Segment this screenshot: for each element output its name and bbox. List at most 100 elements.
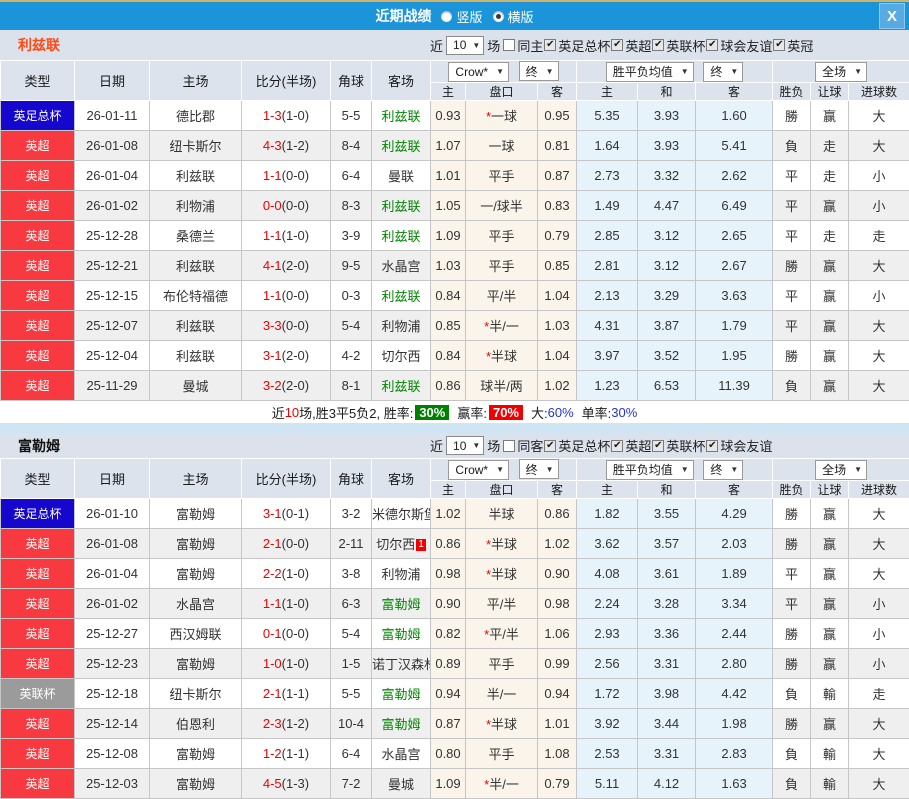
summary-near-label: 近 (272, 403, 285, 422)
avg-select[interactable]: 胜平负均值▼ (606, 460, 694, 480)
league-checkbox[interactable]: ✔ (544, 39, 556, 51)
league-checkbox[interactable]: ✔ (706, 39, 718, 51)
score-fulltime: 1-1 (263, 168, 282, 183)
avg-final-select[interactable]: 终▼ (703, 460, 743, 480)
away-odds-cell: 1.01 (538, 709, 577, 739)
avg-lose-cell: 1.89 (696, 559, 773, 589)
home-team-cell: 利兹联 (150, 341, 242, 371)
avg-win-cell: 2.53 (577, 739, 638, 769)
handicap-result-cell: 走 (811, 131, 849, 161)
avg-final-select[interactable]: 终▼ (703, 62, 743, 82)
score-halftime: (1-0) (282, 656, 309, 671)
home-team-cell: 富勒姆 (150, 529, 242, 559)
score-fulltime: 1-3 (263, 108, 282, 123)
away-odds-cell: 0.85 (538, 251, 577, 281)
result-cell: 平 (773, 559, 811, 589)
avg-draw-cell: 3.44 (638, 709, 696, 739)
score-halftime: (1-2) (282, 716, 309, 731)
odds-company-select[interactable]: Crow*▼ (448, 460, 509, 480)
date-cell: 25-12-28 (75, 221, 150, 251)
league-filter[interactable]: ✔英冠 (773, 36, 813, 55)
odds-company-select[interactable]: Crow*▼ (448, 62, 509, 82)
league-checkbox[interactable]: ✔ (706, 440, 718, 452)
avg-win-cell: 3.97 (577, 341, 638, 371)
date-cell: 26-01-08 (75, 529, 150, 559)
odds-final-select[interactable]: 终▼ (519, 61, 559, 81)
same-side-filter[interactable]: 同客 (503, 436, 543, 455)
odds-final-select[interactable]: 终▼ (519, 459, 559, 479)
league-filter[interactable]: ✔英超 (611, 436, 651, 455)
avg-lose-cell: 2.44 (696, 619, 773, 649)
goals-result-cell: 小 (849, 191, 909, 221)
same-side-checkbox[interactable] (503, 39, 515, 51)
avg-lose-cell: 1.98 (696, 709, 773, 739)
league-checkbox[interactable]: ✔ (611, 440, 623, 452)
same-side-checkbox[interactable] (503, 440, 515, 452)
line-text: 平手 (488, 169, 514, 184)
league-filter[interactable]: ✔英联杯 (652, 436, 705, 455)
chevron-down-icon: ▼ (681, 465, 689, 474)
away-team-name: 富勒姆 (381, 597, 420, 612)
corner-cell: 3-8 (331, 559, 372, 589)
league-filters: ✔英足总杯✔英超✔英联杯✔球会友谊✔英冠 (544, 36, 814, 55)
result-cell: 平 (773, 589, 811, 619)
col-header-avg-draw: 和 (638, 481, 696, 499)
away-odds-cell: 0.99 (538, 649, 577, 679)
vertical-layout-label[interactable]: 竖版 (456, 7, 482, 26)
league-filter[interactable]: ✔球会友谊 (706, 436, 772, 455)
recent-count-select[interactable]: 10▼ (446, 36, 484, 55)
score-halftime: (0-0) (282, 288, 309, 303)
corner-cell: 6-3 (331, 589, 372, 619)
close-button[interactable]: X (879, 3, 905, 29)
home-odds-cell: 0.80 (431, 739, 466, 769)
handicap-result-cell: 赢 (811, 559, 849, 589)
date-cell: 25-12-27 (75, 619, 150, 649)
avg-select[interactable]: 胜平负均值▼ (606, 62, 694, 82)
avg-win-cell: 3.62 (577, 529, 638, 559)
league-checkbox[interactable]: ✔ (773, 39, 785, 51)
same-side-filter[interactable]: 同主 (503, 36, 543, 55)
away-team-cell: 利兹联 (372, 371, 431, 401)
league-checkbox[interactable]: ✔ (611, 39, 623, 51)
league-checkbox[interactable]: ✔ (652, 440, 664, 452)
score-fulltime: 2-2 (263, 566, 282, 581)
full-match-select[interactable]: 全场▼ (815, 62, 867, 82)
league-checkbox[interactable]: ✔ (544, 440, 556, 452)
away-odds-cell: 1.04 (538, 341, 577, 371)
home-team-cell: 纽卡斯尔 (150, 131, 242, 161)
league-checkbox[interactable]: ✔ (652, 39, 664, 51)
score-halftime: (1-1) (282, 686, 309, 701)
full-match-select[interactable]: 全场▼ (815, 460, 867, 480)
league-filter[interactable]: ✔英足总杯 (544, 436, 610, 455)
league-filter[interactable]: ✔球会友谊 (706, 36, 772, 55)
col-header-away: 客场 (372, 459, 431, 499)
avg-draw-cell: 3.36 (638, 619, 696, 649)
score-halftime: (0-1) (282, 506, 309, 521)
score-fulltime: 2-1 (263, 536, 282, 551)
home-team-cell: 曼城 (150, 371, 242, 401)
avg-draw-cell: 4.47 (638, 191, 696, 221)
away-odds-cell: 1.06 (538, 619, 577, 649)
date-cell: 26-01-08 (75, 131, 150, 161)
vertical-layout-radio[interactable] (441, 11, 452, 22)
team-filter-bar: 富勒姆 近 10▼ 场 同客 ✔英足总杯✔英超✔英联杯✔球会友谊 (0, 433, 909, 458)
horizontal-layout-label[interactable]: 横版 (508, 7, 534, 26)
match-row: 英超25-11-29曼城3-2(2-0)8-1利兹联0.86球半/两1.021.… (1, 371, 909, 401)
home-team-cell: 纽卡斯尔 (150, 679, 242, 709)
league-filter[interactable]: ✔英足总杯 (544, 36, 610, 55)
line-text: 平/半 (489, 627, 519, 642)
corner-cell: 3-9 (331, 221, 372, 251)
score-cell: 1-1(0-0) (242, 161, 331, 191)
same-side-label: 同主 (517, 36, 543, 55)
league-type-badge: 英超 (1, 191, 75, 221)
avg-win-cell: 5.11 (577, 769, 638, 799)
recent-count-select[interactable]: 10▼ (446, 436, 484, 455)
horizontal-layout-radio[interactable] (493, 11, 504, 22)
goals-result-cell: 大 (849, 499, 909, 529)
league-filter[interactable]: ✔英超 (611, 36, 651, 55)
score-cell: 1-1(1-0) (242, 589, 331, 619)
score-cell: 2-1(0-0) (242, 529, 331, 559)
score-fulltime: 3-2 (263, 378, 282, 393)
league-filter[interactable]: ✔英联杯 (652, 36, 705, 55)
league-label: 英足总杯 (558, 36, 610, 55)
